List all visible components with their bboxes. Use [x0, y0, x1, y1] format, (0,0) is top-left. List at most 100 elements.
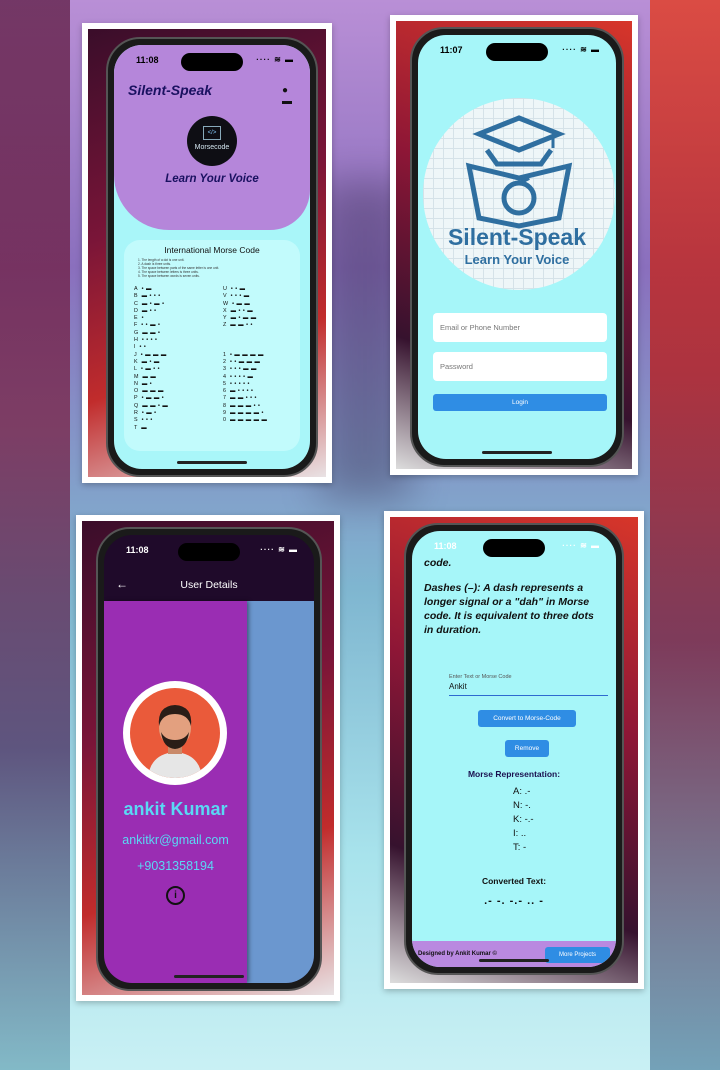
morse-code: • ▬ • •	[141, 366, 161, 373]
morse-char: 6	[223, 388, 226, 395]
morse-row: R • ▬ •	[134, 410, 201, 417]
morse-row: I • •	[134, 344, 201, 351]
app-title: Silent-Speak	[128, 82, 213, 98]
screenshot-card-user: 11:08 ···· ≋ ▬ ← User Details ankit Kuma…	[76, 515, 340, 1001]
morse-code: ▬ ▬ ▬	[142, 388, 164, 395]
morse-row: 9 ▬ ▬ ▬ ▬ •	[223, 410, 290, 417]
morse-code: • • •	[141, 417, 153, 424]
profile-icon[interactable]: ● ▬	[282, 85, 292, 107]
morse-row: J • ▬ ▬ ▬	[134, 352, 201, 359]
morse-letters-left: A • ▬ B ▬ • • • C ▬ • ▬ • D ▬ • • E • F • • ▬ • G ▬ ▬…	[134, 286, 201, 432]
phone-frame-converter: 11:08 ···· ≋ ▬ code. Dashes (–): A dash …	[404, 523, 624, 975]
app-bar: ← User Details	[104, 567, 314, 601]
morse-row: L • ▬ • •	[134, 366, 201, 373]
converted-text-title: Converted Text:	[481, 876, 547, 886]
converter-screen: 11:08 ···· ≋ ▬ code. Dashes (–): A dash …	[412, 531, 616, 967]
page-title: User Details	[180, 579, 238, 591]
morse-row: Z ▬ ▬ • •	[223, 322, 290, 329]
morse-row: 4 • • • • ▬	[223, 374, 290, 381]
phone-frame-user: 11:08 ···· ≋ ▬ ← User Details ankit Kuma…	[96, 527, 322, 991]
rule-item: 5. The space between words is seven unit…	[138, 274, 200, 278]
morse-row: O ▬ ▬ ▬	[134, 388, 201, 395]
morse-code: ▬ • •	[141, 307, 157, 314]
morse-char: A	[134, 286, 138, 292]
phone-frame-login: 11:07 ···· ≋ ▬ Silent-Speak Learn Your V…	[410, 27, 624, 467]
morse-row: D ▬ • •	[134, 308, 201, 315]
background-panel	[247, 601, 314, 983]
password-field[interactable]: Password	[433, 352, 607, 381]
morse-code: • • • • ▬	[230, 373, 254, 380]
morse-char: 1	[223, 351, 226, 358]
morse-row	[223, 337, 290, 344]
rules-list: 1. The length of a dot is one unit. 2. A …	[134, 258, 290, 278]
morse-line: N: -.	[513, 800, 531, 811]
morse-code: • ▬ ▬ ▬ ▬	[230, 351, 264, 358]
morse-row: M ▬ ▬	[134, 374, 201, 381]
morse-char: C	[134, 300, 138, 307]
dashes-paragraph: Dashes (–): A dash represents a longer s…	[424, 582, 594, 636]
morse-row: 2 • • ▬ ▬ ▬	[223, 359, 290, 366]
morse-char: Q	[134, 402, 139, 409]
morse-char: W	[223, 300, 229, 307]
email-field[interactable]: Email or Phone Number	[433, 313, 607, 342]
morse-char: D	[134, 307, 138, 314]
status-time: 11:07	[440, 45, 463, 55]
chart-title: International Morse Code	[164, 245, 260, 255]
morse-char: 9	[223, 410, 226, 417]
morse-char: S	[134, 417, 138, 424]
morse-char: N	[134, 380, 138, 387]
morse-code: • • ▬ •	[141, 322, 161, 329]
tagline: Learn Your Voice	[165, 173, 259, 185]
morse-code: ▬ • ▬	[141, 358, 160, 365]
signal-wifi-battery-icon: ···· ≋ ▬	[260, 545, 298, 554]
footer: Designed by Ankit Kumar © More Projects	[412, 941, 616, 967]
phone-frame-home: 11:08 ···· ≋ ▬ Silent-Speak ● ▬ </> Morse…	[106, 37, 318, 477]
morse-char: Z	[223, 322, 227, 329]
morse-representation-title: Morse Representation:	[467, 769, 561, 779]
morse-char: T	[134, 424, 138, 431]
remove-button[interactable]: Remove	[505, 740, 549, 757]
morse-char: O	[134, 388, 139, 395]
morse-char: 7	[223, 395, 226, 402]
morse-row: C ▬ • ▬ •	[134, 301, 201, 308]
morse-char: P	[134, 395, 138, 402]
login-screen: 11:07 ···· ≋ ▬ Silent-Speak Learn Your V…	[418, 35, 616, 459]
signal-wifi-battery-icon: ···· ≋ ▬	[562, 541, 600, 550]
morse-code: ▬ ▬ • •	[230, 322, 253, 329]
info-icon[interactable]: i	[166, 886, 185, 905]
morse-row	[223, 344, 290, 351]
text-input[interactable]: Ankit	[449, 681, 608, 696]
home-indicator	[177, 461, 247, 464]
morse-row: Y ▬ • ▬ ▬	[223, 315, 290, 322]
status-time: 11:08	[136, 55, 159, 65]
status-time: 11:08	[126, 545, 149, 555]
morse-code: ▬ ▬ ▬ • •	[230, 402, 261, 409]
morse-code: ▬ ▬	[142, 373, 157, 380]
morse-row: B ▬ • • •	[134, 293, 201, 300]
morse-row: V • • • ▬	[223, 293, 290, 300]
login-button[interactable]: Login	[433, 394, 607, 411]
morse-char: Y	[223, 315, 227, 322]
morse-row: 1 • ▬ ▬ ▬ ▬	[223, 352, 290, 359]
morse-row	[223, 425, 290, 432]
morse-code: ▬ ▬ ▬ ▬ •	[230, 410, 264, 417]
morse-row: G ▬ ▬ •	[134, 330, 201, 337]
morse-code: ▬ ▬ • ▬	[142, 402, 169, 409]
brand-subtitle: Learn Your Voice	[464, 252, 570, 267]
home-indicator	[174, 975, 244, 978]
morse-line: I: ..	[513, 828, 527, 839]
convert-button[interactable]: Convert to Morse-Code	[478, 710, 576, 727]
morse-code: ▬ • • ▬	[230, 307, 254, 314]
morse-code: ▬ • ▬ •	[141, 300, 165, 307]
morse-code: ▬ • • •	[141, 293, 161, 300]
converted-text-value: .- -. -.- .. -	[484, 895, 544, 907]
morse-code: ▬	[141, 424, 148, 431]
home-indicator	[479, 959, 549, 962]
morse-row: 0 ▬ ▬ ▬ ▬ ▬	[223, 417, 290, 424]
morse-line: A: .-	[513, 786, 531, 797]
morse-char: E	[134, 315, 138, 322]
morse-row: U • • ▬	[223, 286, 290, 293]
morse-code: • •	[139, 344, 147, 351]
more-projects-button[interactable]: More Projects	[545, 947, 610, 963]
home-indicator	[482, 451, 552, 454]
